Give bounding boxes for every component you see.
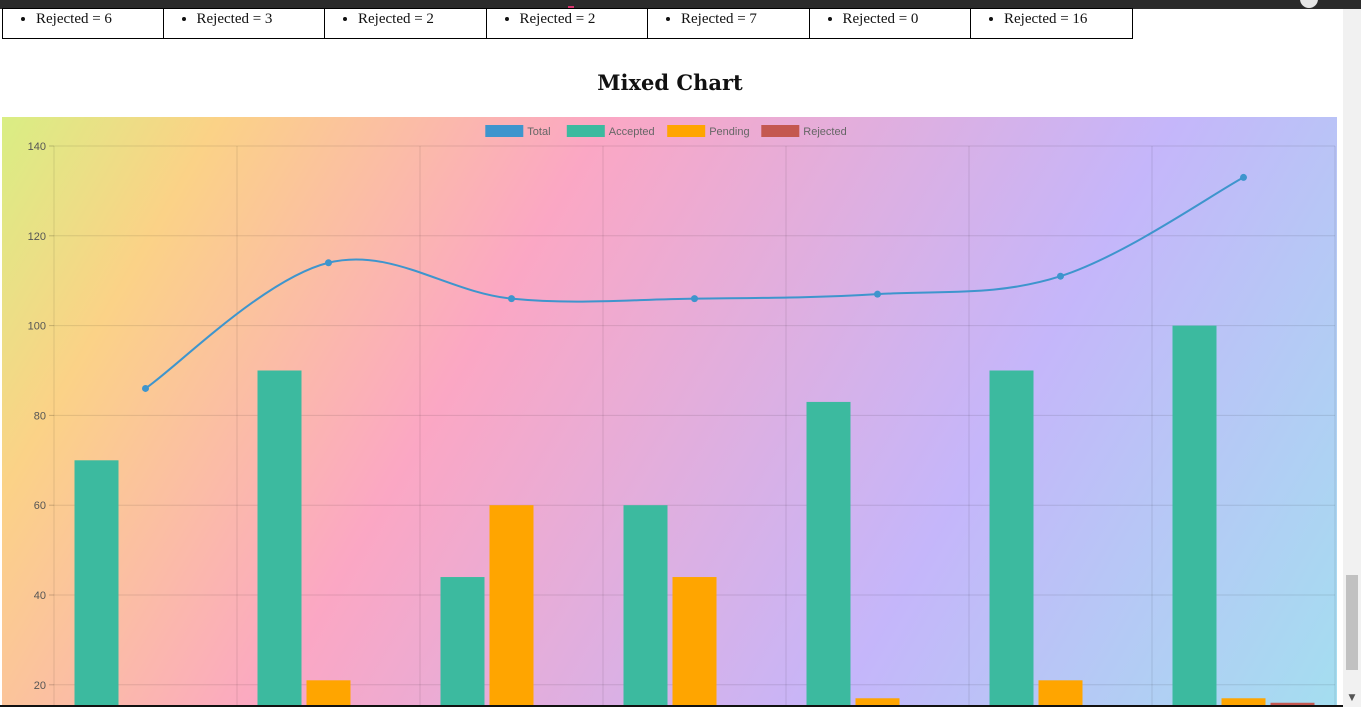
bar-pending: [306, 680, 351, 705]
legend-label-rejected: Rejected: [803, 126, 846, 138]
stat-item: Rejected = 3: [197, 10, 325, 28]
point-total: [874, 290, 881, 298]
bar-accepted: [989, 370, 1034, 705]
stat-cell: Rejected = 6: [2, 8, 164, 39]
chart-title: Mixed Chart: [597, 70, 743, 95]
stat-cell: Rejected = 16: [971, 8, 1133, 39]
rejected-stats-row: Rejected = 6 Rejected = 3 Rejected = 2 R…: [2, 8, 1133, 39]
bar-pending: [855, 698, 900, 705]
legend-label-accepted: Accepted: [609, 126, 655, 138]
point-total: [1240, 173, 1247, 181]
stat-cell: Rejected = 0: [809, 8, 971, 39]
y-tick-label: 40: [34, 590, 46, 602]
bar-accepted: [623, 505, 668, 705]
bar-accepted: [440, 577, 485, 705]
legend-swatch-pending: [667, 125, 706, 137]
scroll-down-arrow-icon[interactable]: ▼: [1343, 693, 1361, 703]
y-tick-label: 100: [28, 321, 46, 333]
bar-accepted: [1172, 325, 1217, 705]
y-tick-label: 80: [34, 410, 46, 422]
bar-pending: [1221, 698, 1266, 705]
profile-icon: [1300, 0, 1318, 8]
stat-item: Rejected = 2: [520, 10, 648, 28]
chart-canvas: 20 40 60 80 100 120 140 Total Accepted Pending Rej…: [28, 125, 1336, 705]
mixed-chart: 20 40 60 80 100 120 140 Total Accepted Pending Rej…: [2, 117, 1337, 705]
y-tick-label: 20: [34, 680, 46, 692]
line-total: [144, 176, 1244, 390]
y-tick-label: 140: [28, 141, 46, 153]
legend-swatch-total: [485, 125, 524, 137]
legend-swatch-rejected: [761, 125, 800, 137]
point-total: [508, 295, 515, 303]
stat-cell: Rejected = 3: [163, 8, 325, 39]
stat-item: Rejected = 6: [36, 10, 163, 28]
point-total: [691, 295, 698, 303]
y-tick-label: 120: [28, 231, 46, 243]
legend-label-total: Total: [527, 126, 550, 138]
point-total: [325, 259, 332, 267]
stat-cell: Rejected = 2: [486, 8, 648, 39]
stat-item: Rejected = 0: [843, 10, 971, 28]
legend-swatch-accepted: [566, 125, 605, 137]
y-tick-label: 60: [34, 500, 46, 512]
stat-item: Rejected = 16: [1004, 10, 1132, 28]
bar-accepted: [806, 401, 851, 705]
vertical-scrollbar[interactable]: ▼: [1343, 9, 1361, 707]
scrollbar-thumb[interactable]: [1346, 575, 1358, 670]
stat-item: Rejected = 7: [681, 10, 809, 28]
bar-accepted: [257, 370, 302, 705]
stat-cell: Rejected = 7: [648, 8, 810, 39]
legend-label-pending: Pending: [709, 126, 749, 138]
point-total: [142, 384, 149, 392]
stat-item: Rejected = 2: [358, 10, 486, 28]
stat-cell: Rejected = 2: [325, 8, 487, 39]
bar-pending: [672, 577, 717, 705]
point-total: [1057, 272, 1064, 280]
bar-pending: [1038, 680, 1083, 705]
bar-pending: [489, 505, 534, 705]
bar-accepted: [74, 460, 119, 705]
